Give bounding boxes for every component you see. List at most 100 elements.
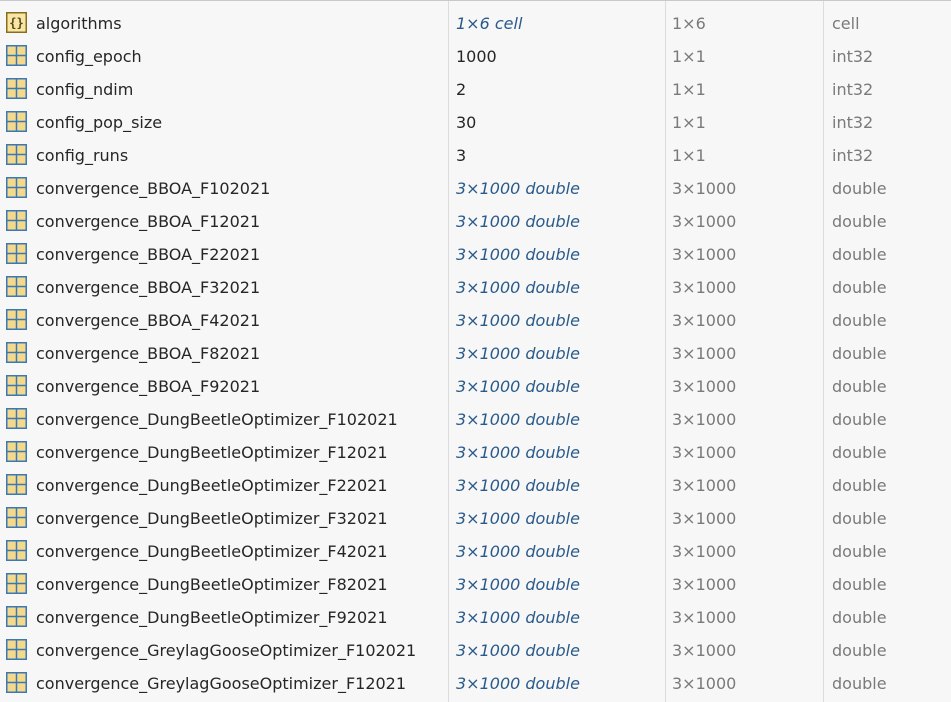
- matrix-icon: [6, 573, 27, 594]
- variable-row[interactable]: config_runs 3 1×1 int32: [0, 139, 951, 172]
- variable-row[interactable]: convergence_GreylagGooseOptimizer_F12021…: [0, 667, 951, 700]
- variable-row[interactable]: convergence_DungBeetleOptimizer_F22021 3…: [0, 469, 951, 502]
- variable-name: config_epoch: [36, 47, 142, 66]
- variable-size: 1×1: [672, 47, 706, 66]
- variable-class: double: [832, 542, 887, 561]
- variable-row[interactable]: convergence_BBOA_F12021 3×1000 double 3×…: [0, 205, 951, 238]
- matrix-icon: [6, 474, 27, 495]
- variable-row[interactable]: convergence_BBOA_F42021 3×1000 double 3×…: [0, 304, 951, 337]
- variable-name: algorithms: [36, 14, 122, 33]
- matrix-icon: [6, 111, 27, 132]
- variable-class: double: [832, 311, 887, 330]
- variable-size: 3×1000: [672, 410, 737, 429]
- variable-row[interactable]: convergence_GreylagGooseOptimizer_F10202…: [0, 634, 951, 667]
- variable-value: 3×1000 double: [456, 542, 580, 561]
- variable-class: double: [832, 278, 887, 297]
- variable-value: 1000: [456, 47, 497, 66]
- variable-size: 3×1000: [672, 245, 737, 264]
- matrix-icon: [6, 177, 27, 198]
- variable-size: 3×1000: [672, 476, 737, 495]
- variable-value: 2: [456, 80, 467, 99]
- matrix-icon: [6, 78, 27, 99]
- matrix-icon: [6, 408, 27, 429]
- variable-class: double: [832, 410, 887, 429]
- variable-row[interactable]: config_ndim 2 1×1 int32: [0, 73, 951, 106]
- variable-class: cell: [832, 14, 860, 33]
- variable-class: int32: [832, 47, 874, 66]
- variable-row[interactable]: {} algorithms 1×6 cell 1×6 cell: [0, 7, 951, 40]
- variable-class: double: [832, 674, 887, 693]
- variable-size: 3×1000: [672, 542, 737, 561]
- cell-array-icon: {}: [6, 12, 27, 33]
- matrix-icon: [6, 606, 27, 627]
- variable-row[interactable]: convergence_BBOA_F82021 3×1000 double 3×…: [0, 337, 951, 370]
- variable-size: 3×1000: [672, 674, 737, 693]
- variable-name: convergence_DungBeetleOptimizer_F22021: [36, 476, 388, 495]
- variable-class: double: [832, 344, 887, 363]
- variable-class: int32: [832, 146, 874, 165]
- variable-size: 3×1000: [672, 443, 737, 462]
- variable-row[interactable]: convergence_BBOA_F22021 3×1000 double 3×…: [0, 238, 951, 271]
- variable-row[interactable]: convergence_BBOA_F102021 3×1000 double 3…: [0, 172, 951, 205]
- variable-name: convergence_DungBeetleOptimizer_F42021: [36, 542, 388, 561]
- variable-size: 1×1: [672, 146, 706, 165]
- variable-name: convergence_BBOA_F22021: [36, 245, 261, 264]
- variable-name: convergence_GreylagGooseOptimizer_F12021: [36, 674, 407, 693]
- variable-row[interactable]: convergence_DungBeetleOptimizer_F12021 3…: [0, 436, 951, 469]
- variable-class: double: [832, 575, 887, 594]
- variable-value: 3×1000 double: [456, 245, 580, 264]
- variable-row[interactable]: convergence_DungBeetleOptimizer_F32021 3…: [0, 502, 951, 535]
- variable-class: double: [832, 641, 887, 660]
- matrix-icon: [6, 672, 27, 693]
- matrix-icon: [6, 309, 27, 330]
- variable-value: 3×1000 double: [456, 311, 580, 330]
- variable-value: 3×1000 double: [456, 608, 580, 627]
- matrix-icon: [6, 540, 27, 561]
- variable-row[interactable]: convergence_BBOA_F32021 3×1000 double 3×…: [0, 271, 951, 304]
- variable-class: int32: [832, 80, 874, 99]
- variable-value: 1×6 cell: [456, 14, 523, 33]
- variable-size: 1×6: [672, 14, 706, 33]
- variable-size: 3×1000: [672, 377, 737, 396]
- variable-class: double: [832, 179, 887, 198]
- matrix-icon: [6, 342, 27, 363]
- variable-size: 3×1000: [672, 311, 737, 330]
- variable-row[interactable]: convergence_DungBeetleOptimizer_F42021 3…: [0, 535, 951, 568]
- variable-row[interactable]: convergence_DungBeetleOptimizer_F102021 …: [0, 403, 951, 436]
- variable-value: 3: [456, 146, 467, 165]
- variable-class: double: [832, 608, 887, 627]
- variable-name: convergence_GreylagGooseOptimizer_F10202…: [36, 641, 417, 660]
- variable-name: convergence_BBOA_F82021: [36, 344, 261, 363]
- svg-text:{}: {}: [9, 16, 23, 30]
- matrix-icon: [6, 243, 27, 264]
- matrix-icon: [6, 441, 27, 462]
- variable-name: convergence_DungBeetleOptimizer_F92021: [36, 608, 388, 627]
- variable-name: convergence_BBOA_F102021: [36, 179, 271, 198]
- variable-class: double: [832, 212, 887, 231]
- variable-value: 3×1000 double: [456, 575, 580, 594]
- variable-size: 3×1000: [672, 509, 737, 528]
- variable-value: 3×1000 double: [456, 377, 580, 396]
- variable-row[interactable]: convergence_DungBeetleOptimizer_F92021 3…: [0, 601, 951, 634]
- variable-name: convergence_BBOA_F12021: [36, 212, 261, 231]
- matrix-icon: [6, 45, 27, 66]
- variable-row[interactable]: config_epoch 1000 1×1 int32: [0, 40, 951, 73]
- variable-value: 3×1000 double: [456, 674, 580, 693]
- variable-value: 3×1000 double: [456, 509, 580, 528]
- variable-name: convergence_BBOA_F32021: [36, 278, 261, 297]
- variable-row[interactable]: convergence_DungBeetleOptimizer_F82021 3…: [0, 568, 951, 601]
- variable-class: double: [832, 443, 887, 462]
- variable-row[interactable]: convergence_BBOA_F92021 3×1000 double 3×…: [0, 370, 951, 403]
- variable-class: int32: [832, 113, 874, 132]
- variable-value: 3×1000 double: [456, 410, 580, 429]
- variable-value: 30: [456, 113, 477, 132]
- variable-name: convergence_DungBeetleOptimizer_F102021: [36, 410, 398, 429]
- variable-size: 1×1: [672, 80, 706, 99]
- variable-row[interactable]: config_pop_size 30 1×1 int32: [0, 106, 951, 139]
- variable-class: double: [832, 476, 887, 495]
- variable-name: config_ndim: [36, 80, 134, 99]
- variable-size: 3×1000: [672, 179, 737, 198]
- matrix-icon: [6, 375, 27, 396]
- variable-size: 3×1000: [672, 608, 737, 627]
- variable-name: config_runs: [36, 146, 129, 165]
